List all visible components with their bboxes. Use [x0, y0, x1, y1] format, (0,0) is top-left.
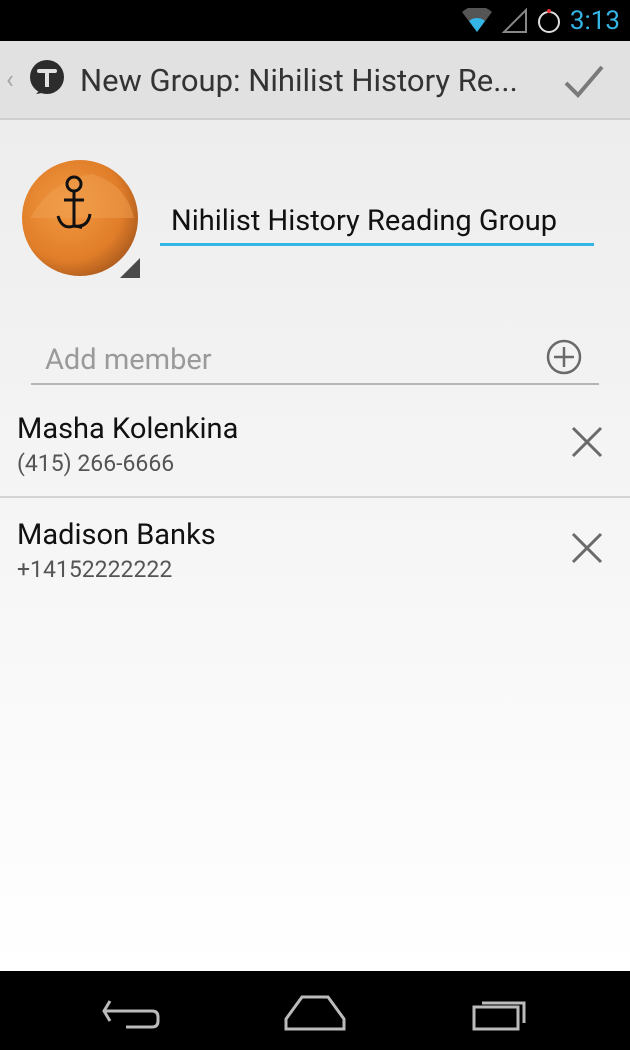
group-name-field[interactable]: Nihilist History Reading Group [160, 198, 594, 246]
app-icon[interactable] [26, 58, 68, 100]
member-name: Masha Kolenkina [17, 412, 239, 446]
member-number: +14152222222 [17, 556, 173, 583]
clock: 3:13 [569, 6, 620, 36]
home-icon[interactable] [270, 985, 360, 1037]
up-caret-icon[interactable]: ‹ [6, 65, 14, 95]
navigation-bar [0, 971, 630, 1050]
add-member-placeholder: Add member [45, 343, 212, 377]
add-member-field[interactable]: Add member [31, 335, 599, 385]
status-bar: 3:13 [0, 0, 630, 41]
wifi-icon [461, 8, 492, 32]
add-circle-icon[interactable] [544, 337, 584, 377]
member-row: Madison Banks +14152222222 [0, 498, 630, 604]
recent-apps-icon[interactable] [456, 985, 546, 1037]
member-name: Madison Banks [17, 518, 216, 552]
member-number: (415) 266-6666 [17, 450, 175, 477]
action-bar: ‹ New Group: Nihilist History Re... [0, 41, 630, 120]
action-bar-title: New Group: Nihilist History Re... [80, 62, 518, 99]
member-row: Masha Kolenkina (415) 266-6666 [0, 392, 630, 498]
group-avatar[interactable] [22, 160, 140, 278]
avatar-corner-indicator [120, 258, 140, 278]
checkmark-icon[interactable] [556, 57, 612, 105]
signal-icon [501, 8, 527, 33]
close-icon[interactable] [567, 422, 607, 462]
alarm-icon [537, 9, 560, 33]
content-area: Nihilist History Reading Group Add membe… [0, 120, 630, 971]
group-name-text: Nihilist History Reading Group [171, 204, 557, 238]
back-icon[interactable] [86, 985, 176, 1037]
close-icon[interactable] [567, 528, 607, 568]
